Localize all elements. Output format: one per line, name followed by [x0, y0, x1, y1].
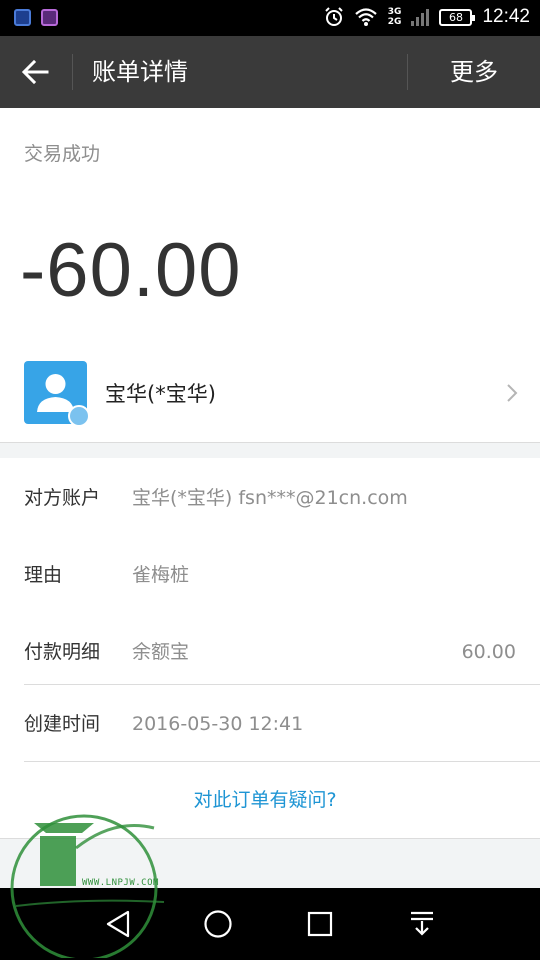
battery-icon: 68: [439, 8, 476, 26]
square-recents-icon: [307, 911, 333, 937]
nav-notification-button[interactable]: [402, 906, 442, 942]
nav-recents-button[interactable]: [300, 906, 340, 942]
pull-down-icon: [411, 911, 433, 936]
detail-value-created: 2016-05-30 12:41: [132, 713, 304, 735]
battery-level: 68: [448, 10, 463, 24]
section-gap: [0, 443, 540, 458]
back-button[interactable]: [12, 50, 58, 94]
detail-amount-payment: 60.00: [461, 641, 516, 663]
shield-icon: [14, 9, 31, 26]
divider: [24, 684, 540, 685]
detail-value-payment: 余额宝: [132, 641, 190, 663]
watermark-text: WWW.LNPJW.COM: [82, 878, 159, 888]
detail-label-payment: 付款明细: [24, 641, 101, 663]
transaction-status: 交易成功: [24, 143, 101, 165]
back-arrow-icon: [21, 59, 49, 85]
title-divider-right: [407, 54, 408, 90]
circle-home-icon: [204, 910, 232, 938]
wifi-icon: [355, 8, 377, 26]
alarm-icon: [325, 7, 343, 26]
detail-value-reason: 雀梅桩: [132, 564, 190, 586]
detail-value-account: 宝华(*宝华) fsn***@21cn.com: [132, 487, 408, 509]
chevron-right-icon: [507, 384, 518, 402]
verified-badge-icon: [68, 405, 90, 427]
title-divider-left: [72, 54, 73, 90]
avatar: [24, 361, 90, 427]
signal-icon: [411, 8, 430, 26]
network-type: 3G 2G: [387, 7, 402, 27]
gallery-icon: [41, 9, 58, 26]
detail-label-created: 创建时间: [24, 713, 101, 735]
clock: 12:42: [482, 6, 530, 27]
page-title: 账单详情: [92, 58, 188, 86]
transaction-amount: -60.00: [20, 228, 242, 313]
status-bar: 3G 2G 68 12:42: [0, 0, 540, 36]
more-button[interactable]: 更多: [450, 56, 498, 88]
nav-home-button[interactable]: [198, 906, 238, 942]
detail-label-reason: 理由: [24, 564, 63, 586]
divider: [24, 761, 540, 762]
detail-label-account: 对方账户: [24, 487, 101, 509]
counterparty-name: 宝华(*宝华): [105, 382, 216, 406]
counterparty-row[interactable]: 宝华(*宝华): [0, 346, 540, 442]
title-bar: 账单详情 更多: [0, 36, 540, 108]
